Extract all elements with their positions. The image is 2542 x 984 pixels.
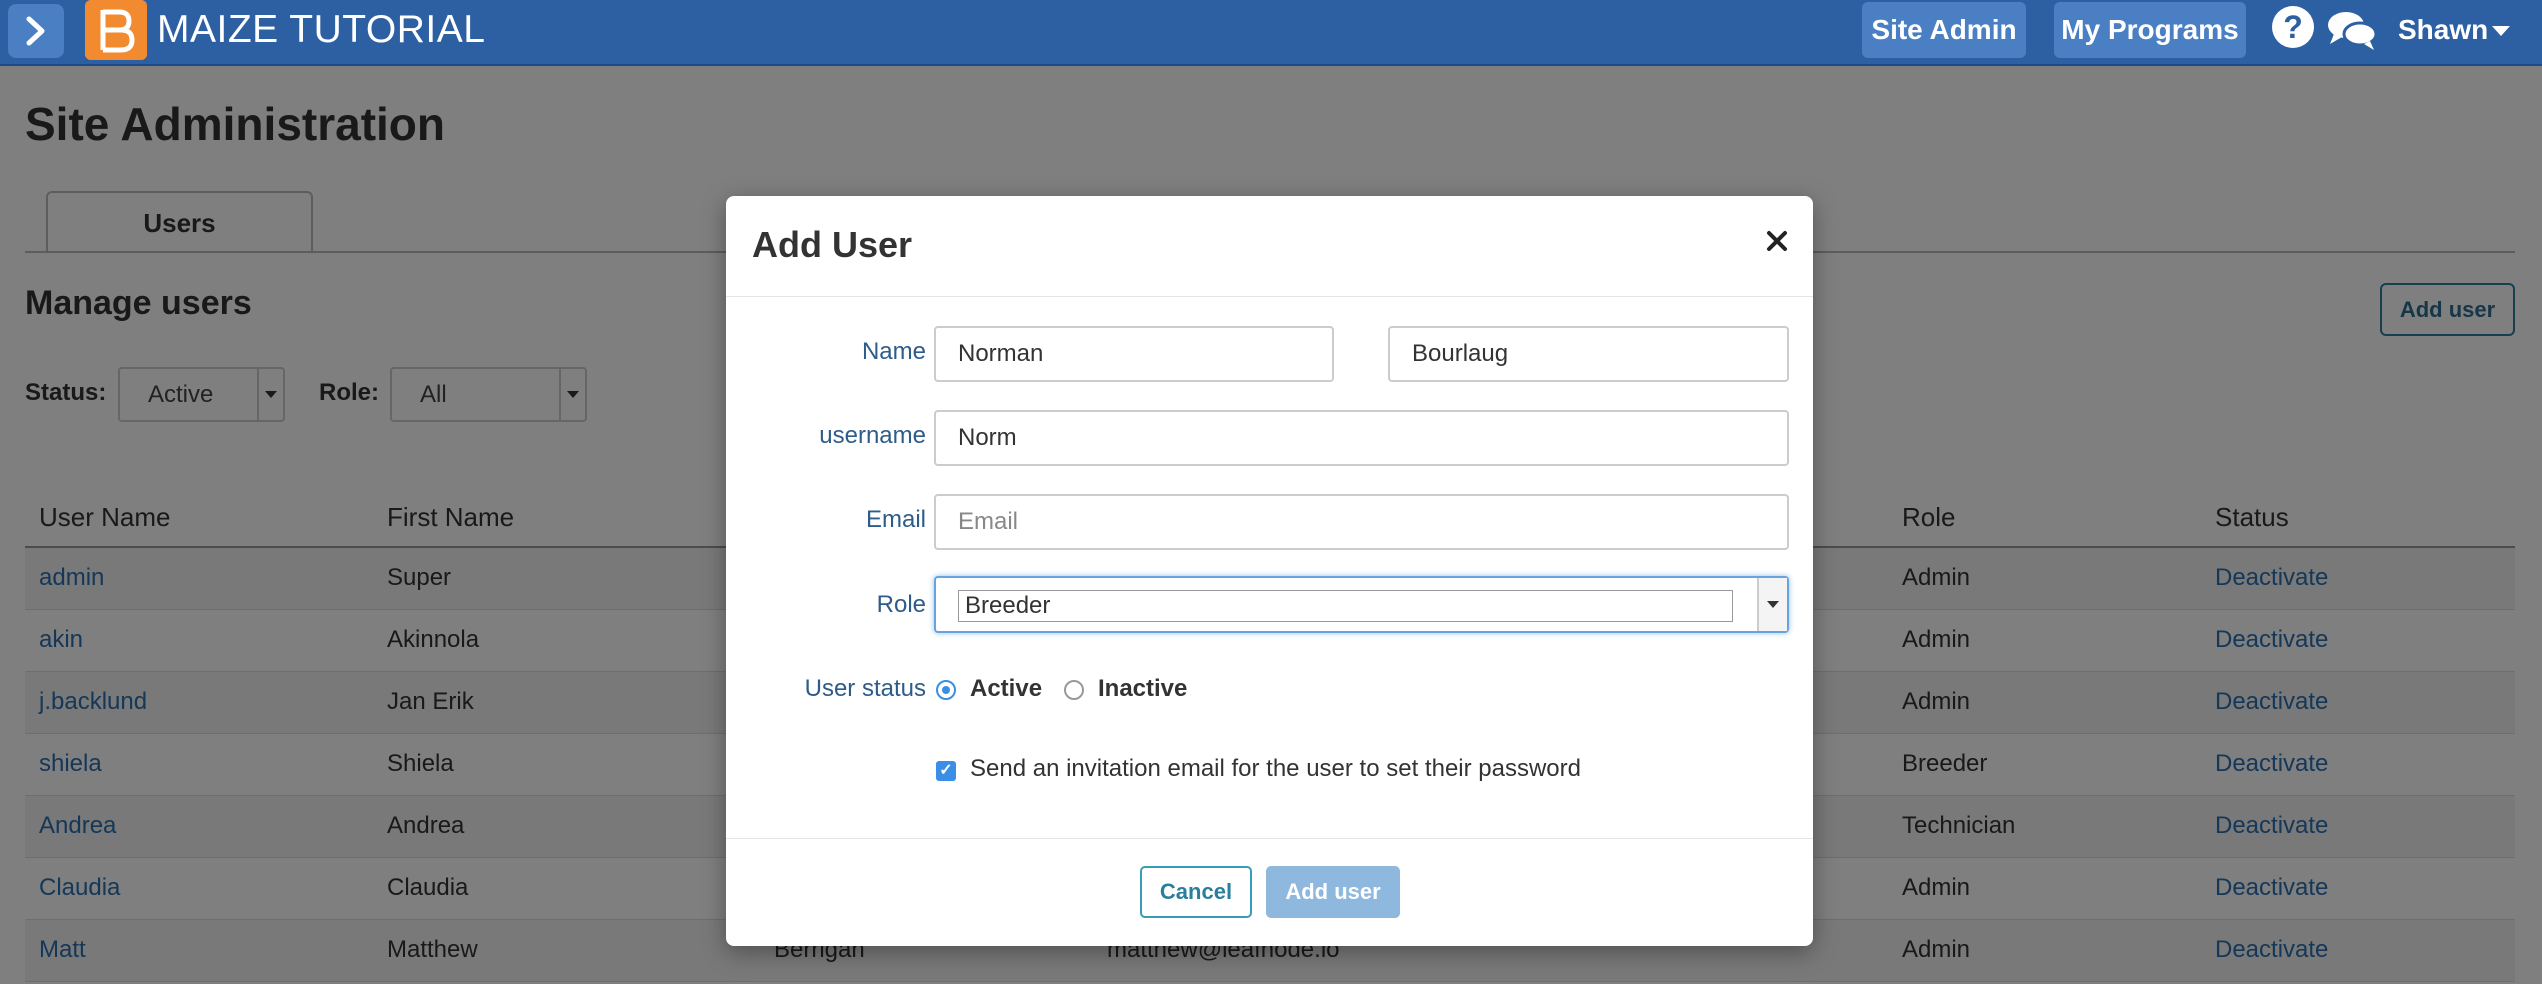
status-inactive-radio[interactable]: [1064, 680, 1084, 700]
role-select-value: Breeder: [958, 590, 1733, 622]
invite-email-label[interactable]: Send an invitation email for the user to…: [970, 754, 1581, 784]
chevron-right-icon: [26, 16, 45, 46]
status-inactive-label[interactable]: Inactive: [1098, 674, 1187, 704]
sidebar-toggle-button[interactable]: [8, 4, 64, 58]
cancel-button[interactable]: Cancel: [1140, 866, 1252, 918]
close-icon[interactable]: [1760, 224, 1794, 258]
modal-footer-divider: [726, 838, 1813, 839]
email-input[interactable]: Email: [934, 494, 1789, 550]
email-label: Email: [865, 506, 926, 533]
site-admin-button[interactable]: Site Admin: [1862, 2, 2026, 58]
user-menu[interactable]: Shawn: [2398, 10, 2488, 50]
caret-down-icon[interactable]: [1757, 578, 1787, 631]
status-active-radio[interactable]: [936, 680, 956, 700]
last-name-input[interactable]: Bourlaug: [1388, 326, 1789, 382]
username-label: username: [819, 422, 926, 449]
app-brand[interactable]: MAIZE TUTORIAL: [157, 6, 485, 54]
add-user-submit-button[interactable]: Add user: [1266, 866, 1400, 918]
user-status-label: User status: [804, 675, 926, 702]
first-name-input[interactable]: Norman: [934, 326, 1334, 382]
add-user-modal: Add User Name Norman Bourlaug username N…: [726, 196, 1813, 946]
role-label: Role: [876, 591, 926, 618]
modal-header-divider: [726, 296, 1813, 297]
my-programs-button[interactable]: My Programs: [2054, 2, 2246, 58]
chat-icon[interactable]: [2326, 8, 2378, 52]
invite-email-checkbox[interactable]: ✓: [936, 761, 956, 781]
help-icon[interactable]: ?: [2272, 6, 2314, 48]
username-input[interactable]: Norm: [934, 410, 1789, 466]
logo-icon: [85, 0, 147, 60]
modal-title: Add User: [752, 224, 913, 265]
status-active-label[interactable]: Active: [970, 674, 1042, 704]
role-select[interactable]: Breeder: [934, 576, 1789, 633]
app-logo[interactable]: [85, 0, 147, 60]
name-label: Name: [861, 338, 926, 365]
top-navbar: MAIZE TUTORIAL Site Admin My Programs ? …: [0, 0, 2542, 66]
caret-down-icon[interactable]: [2492, 26, 2510, 36]
